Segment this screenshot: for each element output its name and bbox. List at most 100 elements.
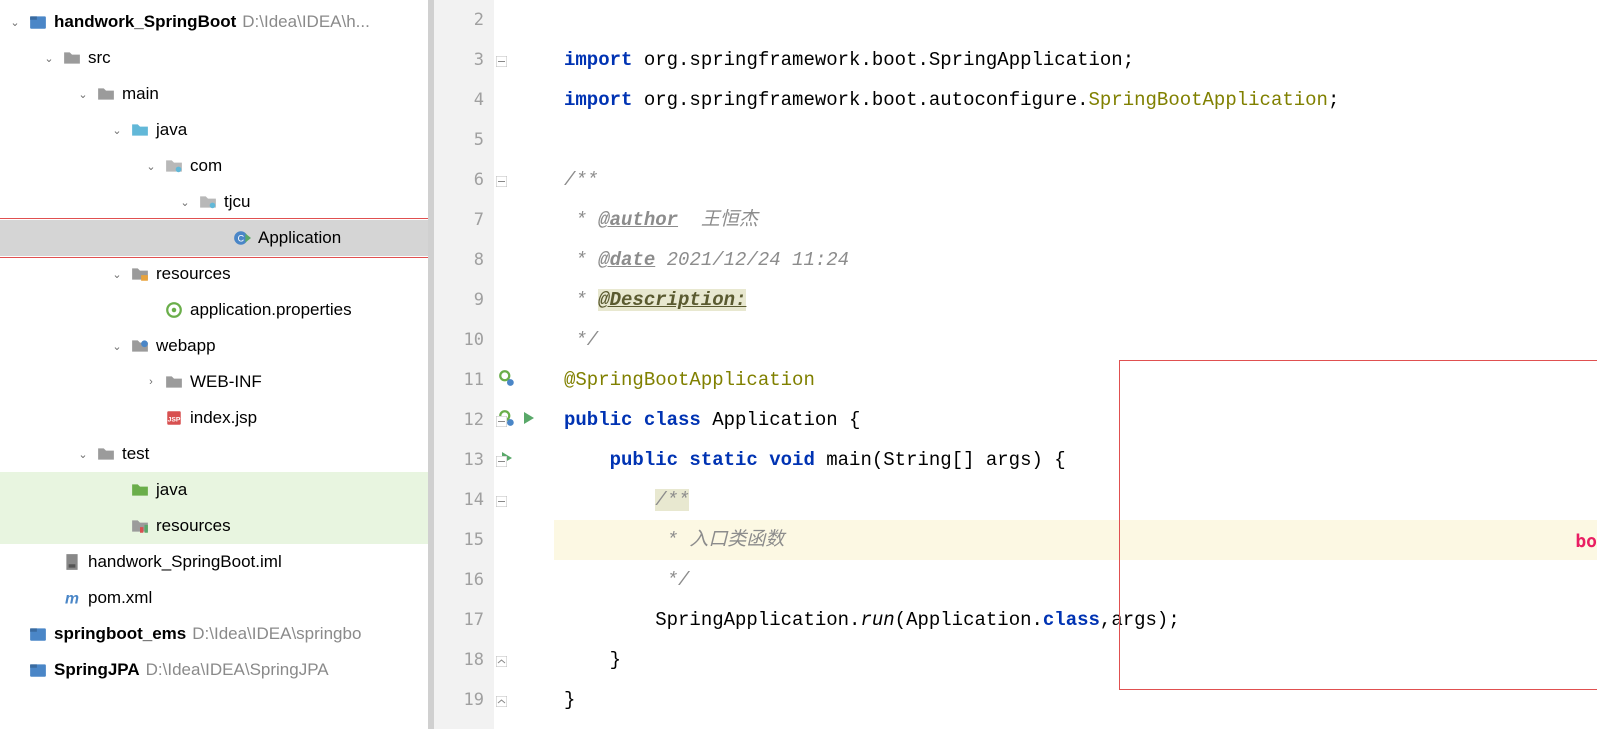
run-icon[interactable] [520,410,536,430]
tree-item-handwork-springboot[interactable]: ⌄handwork_SpringBootD:\Idea\IDEA\h... [0,4,428,40]
code-line[interactable] [554,120,1597,160]
fold-icon[interactable] [496,54,508,66]
chevron-down-icon[interactable]: ⌄ [110,124,124,137]
code-line[interactable]: /** [554,480,1597,520]
line-number[interactable]: 17 [434,600,494,640]
iml-icon [62,552,82,572]
tree-item-web-inf[interactable]: ›WEB-INF [0,364,428,400]
tree-item-resources[interactable]: resources [0,508,428,544]
line-number[interactable]: 19 [434,680,494,720]
project-icon [28,12,48,32]
tree-item-application-properties[interactable]: application.properties [0,292,428,328]
code-line[interactable]: * 入口类函数 [554,520,1597,560]
folder-gray-icon [96,444,116,464]
fold-icon[interactable] [496,494,508,506]
line-number[interactable]: 6 [434,160,494,200]
line-number[interactable]: 16 [434,560,494,600]
code-line[interactable]: SpringApplication.run(Application.class,… [554,600,1597,640]
tree-label: Application [258,228,341,248]
code-line[interactable]: } [554,680,1597,720]
search-icon[interactable] [498,369,516,391]
chevron-down-icon[interactable]: ⌄ [76,448,90,461]
chevron-down-icon[interactable]: ⌄ [76,88,90,101]
gutter-row [494,120,554,160]
chevron-right-icon[interactable]: › [144,376,158,388]
gutter-row [494,360,554,400]
line-number[interactable]: 18 [434,640,494,680]
svg-text:JSP: JSP [168,416,181,423]
code-line[interactable]: */ [554,560,1597,600]
line-number[interactable]: 8 [434,240,494,280]
tree-item-application[interactable]: C Application [0,220,428,256]
svg-text:C: C [238,233,245,243]
chevron-down-icon[interactable]: ⌄ [110,340,124,353]
line-number[interactable]: 9 [434,280,494,320]
code-editor[interactable]: 2345678910111213141516171819 import org.… [434,0,1597,729]
tree-item-java[interactable]: java [0,472,428,508]
line-number[interactable]: 15 [434,520,494,560]
chevron-down-icon[interactable]: ⌄ [178,196,192,209]
line-number[interactable]: 12 [434,400,494,440]
tree-item-handwork-springboot-iml[interactable]: handwork_SpringBoot.iml [0,544,428,580]
project-tree[interactable]: ⌄handwork_SpringBootD:\Idea\IDEA\h...⌄sr… [0,0,428,729]
code-area[interactable]: import org.springframework.boot.SpringAp… [554,0,1597,729]
line-number[interactable]: 2 [434,0,494,40]
gutter-row [494,680,554,720]
tree-path: D:\Idea\IDEA\SpringJPA [146,660,329,680]
code-line[interactable]: */ [554,320,1597,360]
chevron-down-icon[interactable]: ⌄ [110,268,124,281]
tree-item-test[interactable]: ⌄test [0,436,428,472]
chevron-down-icon[interactable]: ⌄ [42,52,56,65]
code-line[interactable] [554,0,1597,40]
tree-item-resources[interactable]: ⌄resources [0,256,428,292]
code-line[interactable]: * @date 2021/12/24 11:24 [554,240,1597,280]
gutter-icons[interactable] [494,0,554,729]
folder-cyan-icon [130,120,150,140]
line-number[interactable]: 10 [434,320,494,360]
line-number[interactable]: 13 [434,440,494,480]
tree-item-springjpa[interactable]: SpringJPAD:\Idea\IDEA\SpringJPA [0,652,428,688]
fold-icon[interactable] [496,694,508,706]
fold-icon[interactable] [496,414,508,426]
tree-item-src[interactable]: ⌄src [0,40,428,76]
tree-item-webapp[interactable]: ⌄webapp [0,328,428,364]
tree-item-tjcu[interactable]: ⌄ tjcu [0,184,428,220]
gutter-row [494,640,554,680]
line-number[interactable]: 5 [434,120,494,160]
project-icon [28,660,48,680]
svg-text:m: m [65,591,79,607]
line-number[interactable]: 14 [434,480,494,520]
code-line[interactable]: /** [554,160,1597,200]
tree-item-index-jsp[interactable]: JSPindex.jsp [0,400,428,436]
fold-icon[interactable] [496,174,508,186]
project-icon [28,624,48,644]
line-number[interactable]: 7 [434,200,494,240]
fold-icon[interactable] [496,454,508,466]
fold-icon[interactable] [496,654,508,666]
tree-item-java[interactable]: ⌄java [0,112,428,148]
tree-item-pom-xml[interactable]: mpom.xml [0,580,428,616]
line-number[interactable]: 11 [434,360,494,400]
chevron-down-icon[interactable]: ⌄ [8,16,22,29]
tree-label: tjcu [224,192,250,212]
res-folder-icon [130,264,150,284]
tree-item-com[interactable]: ⌄com [0,148,428,184]
code-line[interactable]: import org.springframework.boot.SpringAp… [554,40,1597,80]
inline-hint: bo [1575,522,1597,562]
code-line[interactable]: @SpringBootApplication [554,360,1597,400]
code-line[interactable]: * @author 王恒杰 [554,200,1597,240]
package-icon [198,192,218,212]
tree-item-main[interactable]: ⌄main [0,76,428,112]
code-line[interactable]: } [554,640,1597,680]
line-number[interactable]: 3 [434,40,494,80]
line-number[interactable]: 4 [434,80,494,120]
maven-icon: m [62,588,82,608]
line-gutter[interactable]: 2345678910111213141516171819 [434,0,494,729]
code-line[interactable]: * @Description: [554,280,1597,320]
web-folder-icon [130,336,150,356]
chevron-down-icon[interactable]: ⌄ [144,160,158,173]
code-line[interactable]: public class Application { [554,400,1597,440]
tree-item-springboot-ems[interactable]: springboot_emsD:\Idea\IDEA\springbo [0,616,428,652]
code-line[interactable]: import org.springframework.boot.autoconf… [554,80,1597,120]
code-line[interactable]: public static void main(String[] args) { [554,440,1597,480]
